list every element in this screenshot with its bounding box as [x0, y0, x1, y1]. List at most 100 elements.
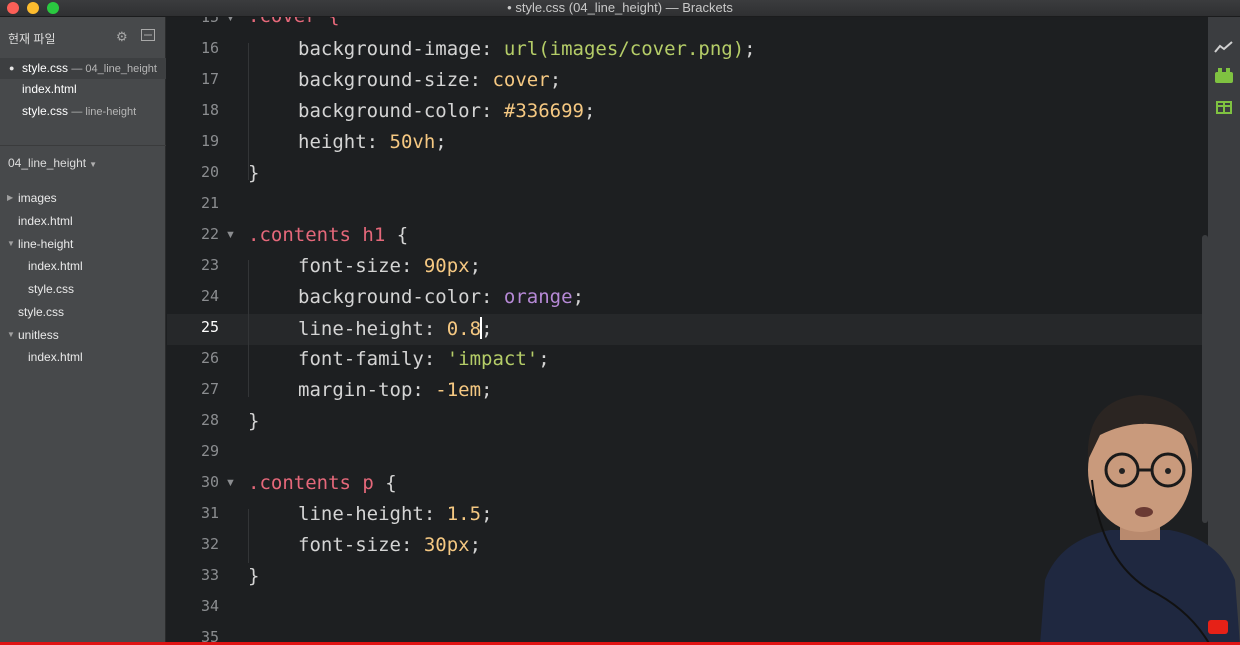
tree-folder-line-height[interactable]: ▼ line-height — [7, 234, 74, 254]
css-property: line-height — [298, 503, 424, 525]
css-value: 0.8 — [446, 318, 482, 340]
line-number: 15 — [200, 17, 219, 26]
tree-item-label: line-height — [18, 237, 74, 251]
css-value: url(images/cover.png) — [503, 38, 745, 60]
css-value: 50vh — [389, 131, 436, 153]
css-value: orange — [503, 286, 573, 308]
tree-item-label: index.html — [28, 350, 83, 364]
live-preview-icon[interactable] — [1214, 38, 1234, 56]
line-number: 28 — [200, 411, 219, 429]
modified-dot-icon: ● — [9, 63, 15, 73]
line-number: 29 — [200, 442, 219, 460]
working-file-dir: — line-height — [71, 106, 137, 118]
code-line-31: line-height: 1.5; — [298, 503, 493, 525]
working-file-item[interactable]: ● style.css — 04_line_height — [0, 58, 166, 79]
working-file-name: style.css — [22, 104, 69, 118]
line-number: 26 — [200, 349, 219, 367]
css-property: font-family — [298, 348, 424, 370]
code-line-17: background-size: cover; — [298, 69, 562, 91]
css-property: line-height — [298, 318, 424, 340]
css-value: 90px — [423, 255, 470, 277]
code-line-19: height: 50vh; — [298, 131, 447, 153]
line-number: 19 — [200, 132, 219, 150]
tree-item-label: unitless — [18, 328, 59, 342]
working-file-name: index.html — [22, 82, 77, 96]
line-number: 27 — [200, 380, 219, 398]
line-number-current: 25 — [200, 318, 219, 336]
code-line-24: background-color: orange; — [298, 286, 585, 308]
code-line-22: .contents h1 { — [248, 224, 409, 246]
css-value: cover — [492, 69, 550, 91]
tree-file[interactable]: index.html — [28, 256, 83, 276]
chevron-down-icon: ▼ — [89, 160, 97, 169]
close-window-button[interactable] — [7, 2, 19, 14]
line-number: 16 — [200, 39, 219, 57]
working-file-item[interactable]: style.css — line-height — [0, 101, 166, 122]
line-number: 20 — [200, 163, 219, 181]
title-bar: • style.css (04_line_height) — Brackets — [0, 0, 1240, 17]
code-line-33: } — [248, 565, 259, 587]
tree-file[interactable]: index.html — [28, 347, 83, 367]
code-line-16: background-image: url(images/cover.png); — [298, 38, 756, 60]
tree-file[interactable]: index.html — [18, 211, 73, 231]
css-property: height — [298, 131, 367, 153]
tree-file[interactable]: style.css — [18, 302, 64, 322]
tree-folder-unitless[interactable]: ▼ unitless — [7, 325, 59, 345]
working-file-name: style.css — [22, 61, 69, 75]
indent-guide — [248, 43, 249, 180]
css-value: 'impact' — [446, 348, 539, 370]
fold-arrow-icon[interactable]: ▼ — [225, 229, 236, 241]
closing-brace: } — [248, 410, 260, 432]
line-number: 22 — [200, 225, 219, 243]
line-number: 33 — [200, 566, 219, 584]
minimize-window-button[interactable] — [27, 2, 39, 14]
css-property: margin-top — [298, 379, 413, 401]
code-line-26: font-family: 'impact'; — [298, 348, 550, 370]
youtube-icon — [1208, 620, 1228, 634]
fold-arrow-icon[interactable]: ▼ — [225, 477, 236, 489]
gear-icon[interactable]: ⚙ — [116, 29, 128, 45]
fold-arrow-icon[interactable]: ▼ — [225, 17, 236, 24]
line-number: 24 — [200, 287, 219, 305]
tree-file[interactable]: style.css — [28, 279, 74, 299]
css-selector: .cover { — [248, 17, 340, 27]
chevron-right-icon: ▶ — [7, 193, 14, 202]
window-title: • style.css (04_line_height) — Brackets — [507, 0, 733, 15]
project-dropdown[interactable]: 04_line_height ▼ — [8, 156, 97, 170]
sidebar: 현재 파일 ⚙ ● style.css — 04_line_height ind… — [0, 17, 166, 645]
split-view-icon[interactable] — [141, 29, 155, 44]
css-property: font-size — [298, 534, 401, 556]
code-line-30: .contents p { — [248, 472, 397, 494]
tree-item-label: index.html — [18, 214, 73, 228]
tree-folder-images[interactable]: ▶ images — [7, 188, 57, 208]
line-number: 23 — [200, 256, 219, 274]
code-line-25: line-height: 0.8; — [298, 317, 493, 340]
line-number: 18 — [200, 101, 219, 119]
code-line-32: font-size: 30px; — [298, 534, 482, 556]
code-line-15: .cover { — [248, 17, 340, 27]
chevron-down-icon: ▼ — [7, 239, 15, 248]
tree-item-label: index.html — [28, 259, 83, 273]
css-property: background-color — [298, 100, 482, 122]
code-line-23: font-size: 90px; — [298, 255, 482, 277]
code-line-20: } — [248, 162, 259, 184]
css-value: 1.5 — [446, 503, 482, 525]
closing-brace: } — [248, 565, 260, 587]
css-value: 30px — [423, 534, 470, 556]
working-file-item[interactable]: index.html — [0, 79, 166, 100]
tree-item-label: style.css — [18, 305, 65, 319]
css-value: -1em — [435, 379, 482, 401]
extension-manager-icon[interactable] — [1214, 67, 1234, 85]
line-number: 30 — [200, 473, 219, 491]
extension-gift-icon[interactable] — [1214, 97, 1234, 115]
code-line-28: } — [248, 410, 259, 432]
indent-guide — [248, 260, 249, 397]
line-number: 21 — [200, 194, 219, 212]
code-line-27: margin-top: -1em; — [298, 379, 493, 401]
project-name: 04_line_height — [8, 156, 87, 170]
line-number: 32 — [200, 535, 219, 553]
presenter-webcam-image — [1040, 390, 1240, 645]
zoom-window-button[interactable] — [47, 2, 59, 14]
line-number: 31 — [200, 504, 219, 522]
css-property: background-image — [298, 38, 482, 60]
